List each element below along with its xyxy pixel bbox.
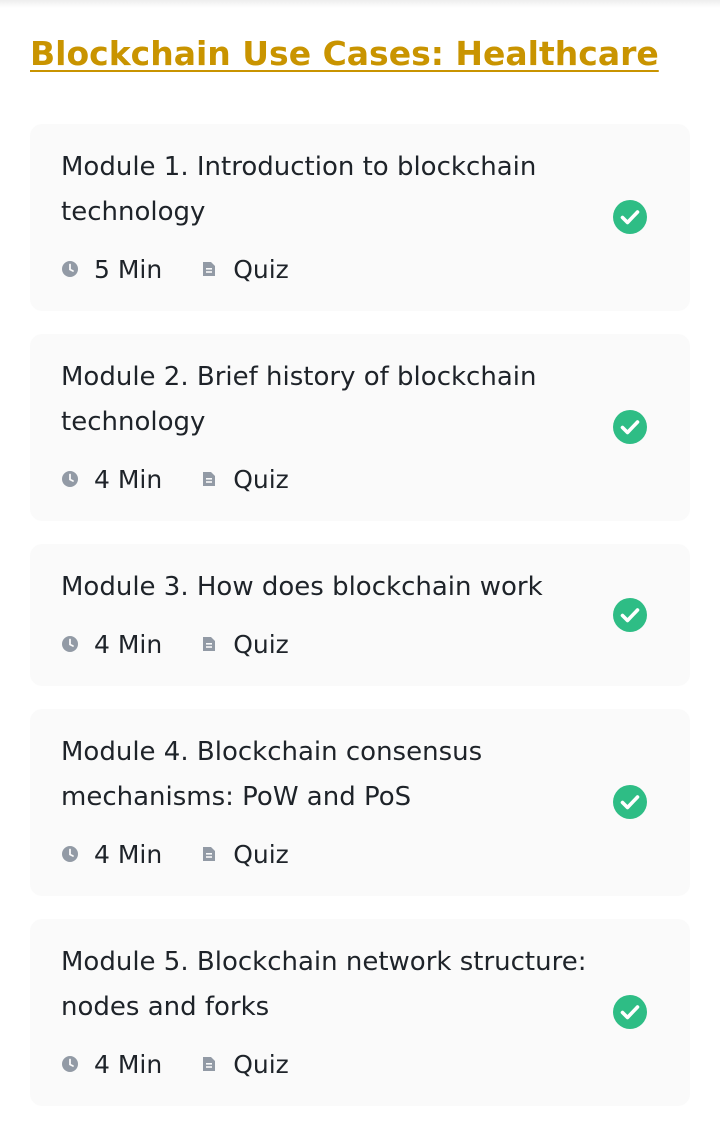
check-circle-icon — [613, 995, 647, 1029]
document-icon — [203, 637, 216, 651]
top-edge-shadow — [0, 0, 720, 8]
module-meta: 4 Min Quiz — [61, 839, 289, 869]
module-title: Module 1. Introduction to blockchain tec… — [61, 152, 537, 227]
quiz-label: Quiz — [233, 254, 289, 284]
duration: 4 Min — [61, 840, 162, 869]
module-card-3[interactable]: Module 3. How does blockchain work 4 Min… — [30, 544, 690, 686]
quiz-label: Quiz — [233, 629, 289, 659]
document-icon — [203, 262, 216, 276]
quiz-tag: Quiz — [200, 840, 289, 869]
clock-icon — [62, 846, 78, 862]
duration: 4 Min — [61, 630, 162, 659]
quiz-tag: Quiz — [200, 1050, 289, 1079]
check-circle-icon — [613, 598, 647, 632]
document-icon — [203, 847, 216, 861]
clock-icon — [62, 636, 78, 652]
document-icon — [203, 1057, 216, 1071]
duration-label: 4 Min — [94, 839, 163, 869]
duration: 5 Min — [61, 255, 162, 284]
duration: 4 Min — [61, 1050, 162, 1079]
clock-icon — [62, 471, 78, 487]
module-meta: 4 Min Quiz — [61, 629, 289, 659]
quiz-label: Quiz — [233, 1049, 289, 1079]
quiz-label: Quiz — [233, 839, 289, 869]
course-title-link[interactable]: Blockchain Use Cases: Healthcare — [30, 34, 659, 73]
module-meta: 4 Min Quiz — [61, 1049, 289, 1079]
module-meta: 4 Min Quiz — [61, 464, 289, 494]
check-circle-icon — [613, 410, 647, 444]
duration-label: 4 Min — [94, 464, 163, 494]
clock-icon — [62, 1056, 78, 1072]
module-card-2[interactable]: Module 2. Brief history of blockchain te… — [30, 334, 690, 521]
module-title: Module 5. Blockchain network structure: … — [61, 947, 587, 1022]
quiz-tag: Quiz — [200, 630, 289, 659]
quiz-label: Quiz — [233, 464, 289, 494]
duration-label: 5 Min — [94, 254, 163, 284]
quiz-tag: Quiz — [200, 255, 289, 284]
module-title: Module 4. Blockchain consensus mechanism… — [61, 737, 483, 812]
module-title: Module 3. How does blockchain work — [61, 572, 543, 602]
duration-label: 4 Min — [94, 629, 163, 659]
check-circle-icon — [613, 785, 647, 819]
module-card-5[interactable]: Module 5. Blockchain network structure: … — [30, 919, 690, 1106]
duration-label: 4 Min — [94, 1049, 163, 1079]
quiz-tag: Quiz — [200, 465, 289, 494]
module-card-4[interactable]: Module 4. Blockchain consensus mechanism… — [30, 709, 690, 896]
module-title: Module 2. Brief history of blockchain te… — [61, 362, 537, 437]
clock-icon — [62, 261, 78, 277]
duration: 4 Min — [61, 465, 162, 494]
module-meta: 5 Min Quiz — [61, 254, 289, 284]
module-card-1[interactable]: Module 1. Introduction to blockchain tec… — [30, 124, 690, 311]
document-icon — [203, 472, 216, 486]
check-circle-icon — [613, 200, 647, 234]
